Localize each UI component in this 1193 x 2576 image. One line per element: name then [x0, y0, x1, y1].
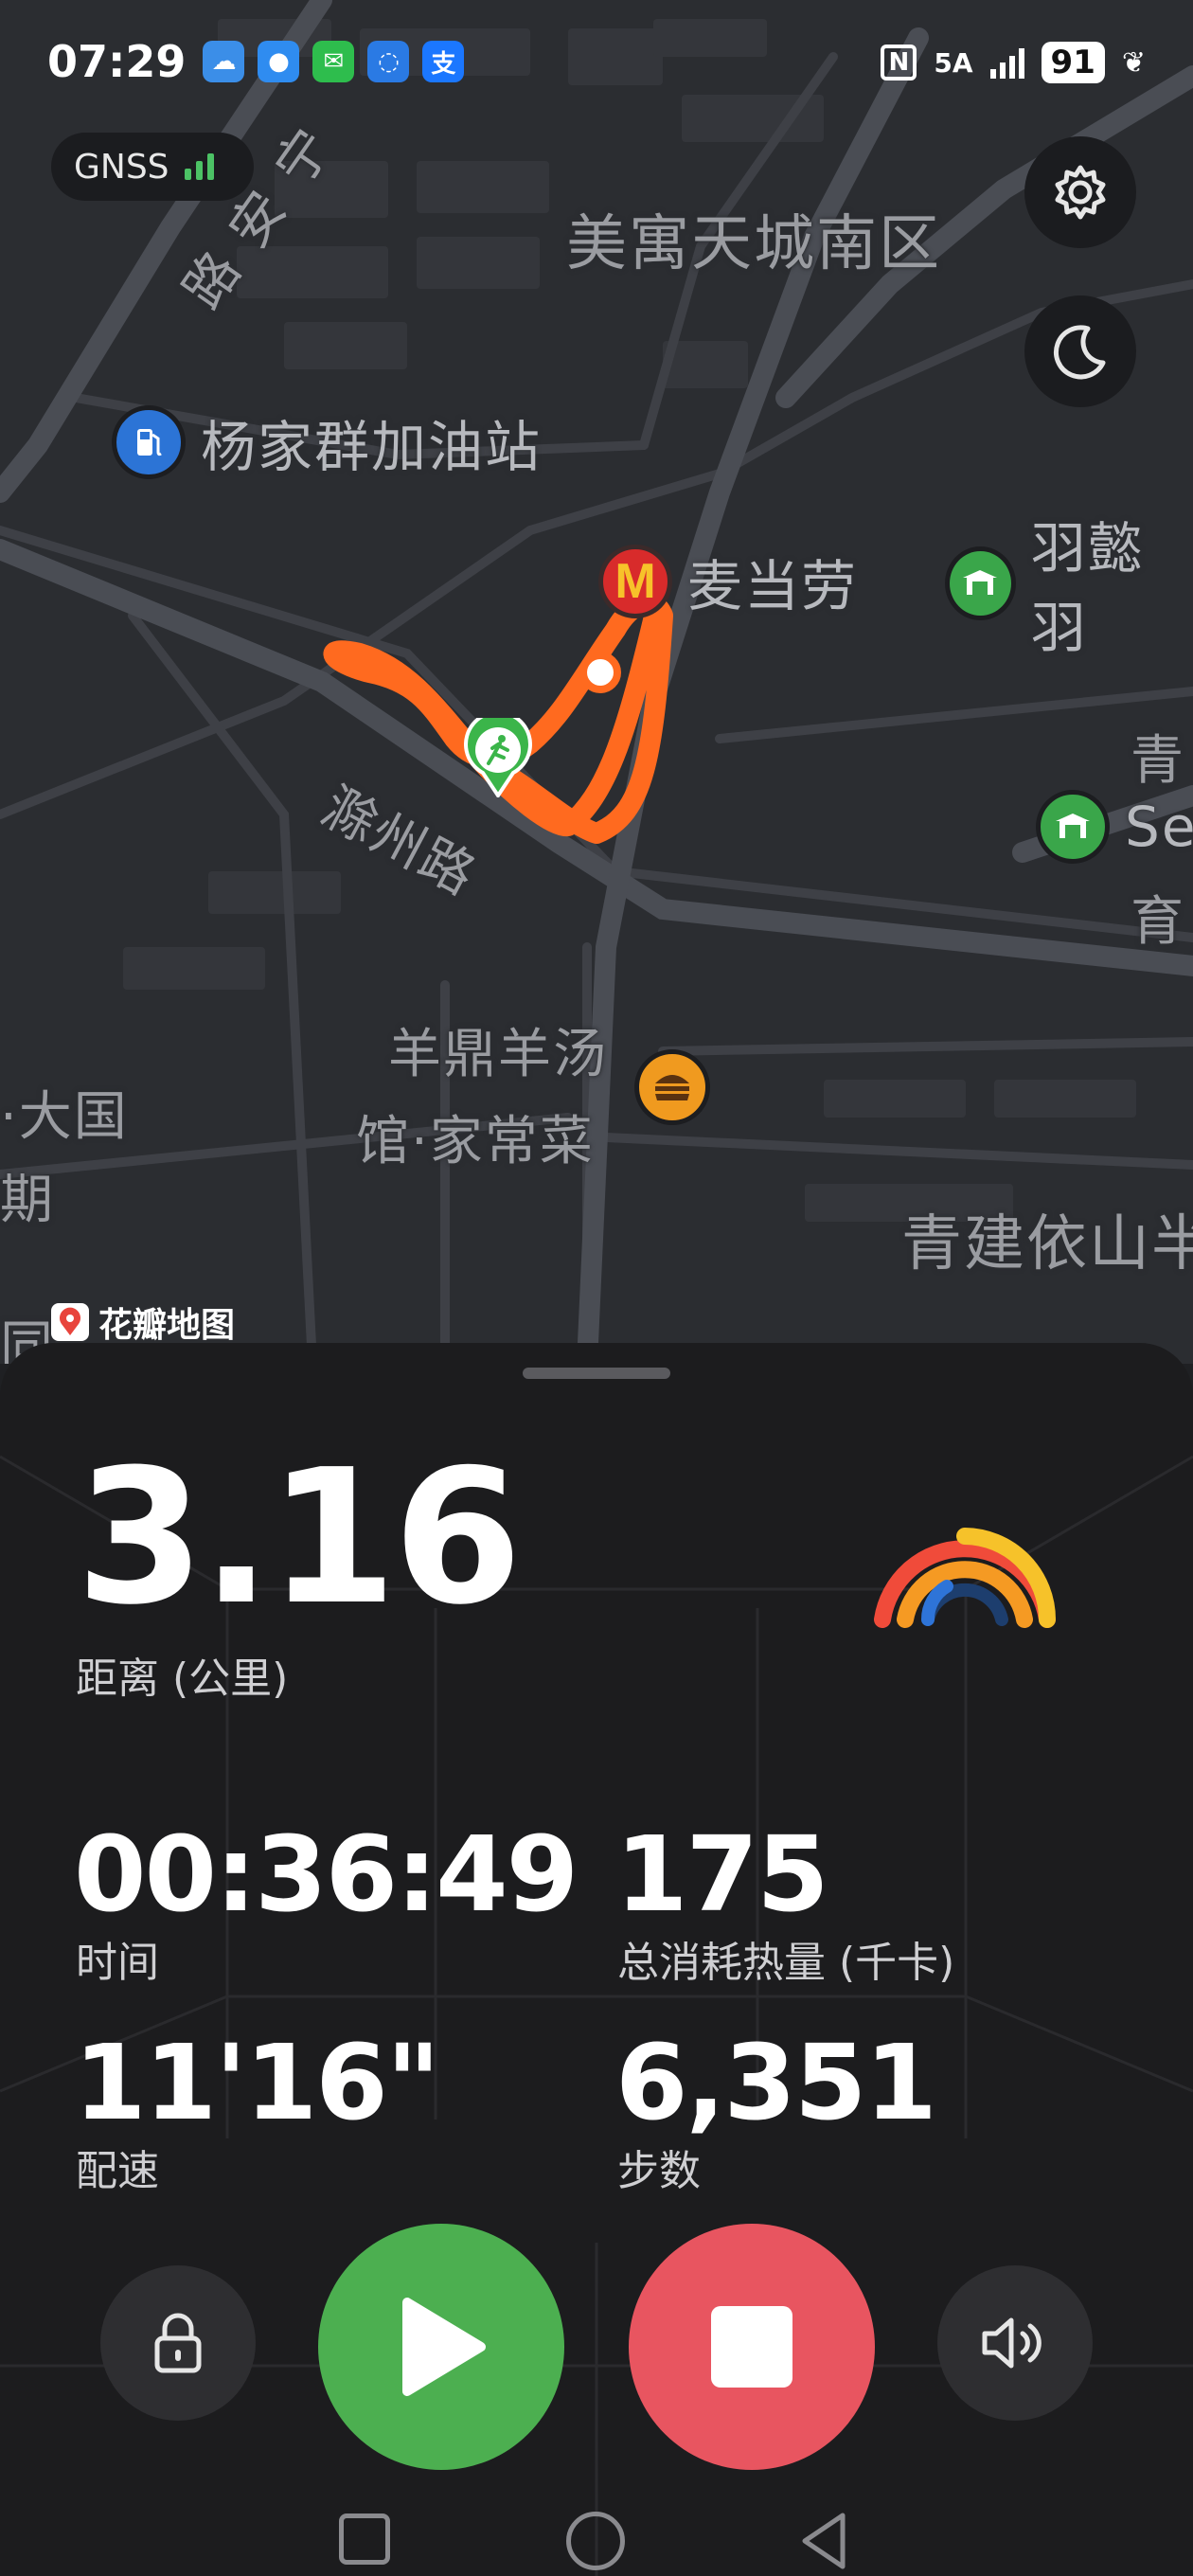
back-button[interactable]	[795, 2510, 852, 2572]
gnss-label: GNSS	[74, 147, 169, 187]
sports-venue-icon	[1036, 790, 1110, 864]
calories-value: 175	[615, 1814, 829, 1935]
mcdonalds-icon: M	[598, 545, 672, 618]
status-right: N 5A 91 ❦	[881, 42, 1146, 83]
signal-icon	[989, 46, 1024, 79]
map-provider-label: 花瓣地图	[98, 1306, 236, 1345]
nfc-icon: N	[881, 45, 917, 80]
pace-value: 11'16"	[74, 2022, 440, 2143]
area-label-yu: 育	[1131, 891, 1185, 953]
battery-level: 91	[1041, 42, 1105, 83]
poi-label: Se	[1125, 795, 1193, 859]
area-label-meiyu: 美寓天城南区	[566, 209, 941, 279]
poi-label: 杨家群加油站	[201, 415, 543, 479]
poi-mcdonalds[interactable]: M 麦当劳	[598, 542, 858, 621]
workout-screen: 宁 安 路 美寓天城南区 滁州路 ·大国 期 同 青 育 青建依山半 杨家群加油…	[0, 0, 1193, 2576]
moon-icon	[1054, 325, 1106, 380]
steps-label: 步数	[617, 2147, 701, 2195]
status-bar: 07:29 ☁ ● ✉ ◌ 支 N 5A 91 ❦	[0, 0, 1193, 123]
area-label-qing: 青	[1131, 730, 1185, 792]
wechat-icon: ✉	[312, 41, 355, 82]
poi-yuyi[interactable]: 羽懿羽	[945, 504, 1193, 663]
recent-apps-button[interactable]	[339, 2513, 390, 2565]
start-pin-icon	[464, 710, 532, 799]
gas-pump-icon	[112, 405, 186, 479]
gnss-indicator: GNSS	[51, 133, 254, 201]
leaf-icon: ❦	[1121, 45, 1146, 80]
steps-value: 6,351	[615, 2022, 937, 2143]
distance-value: 3.16	[76, 1430, 523, 1646]
poi-label: 馆·家常菜	[356, 1111, 595, 1172]
area-label-qingjian: 青建依山半	[901, 1209, 1193, 1279]
settings-button[interactable]	[1024, 136, 1136, 248]
poi-label: 羊鼎羊汤	[388, 1024, 608, 1085]
weather-icon: ☁	[203, 41, 245, 82]
poi-gas-station[interactable]: 杨家群加油站	[112, 402, 542, 482]
bulb-icon: ◌	[367, 41, 410, 82]
clock: 07:29	[47, 36, 187, 87]
burger-icon	[634, 1049, 710, 1125]
current-position-marker	[579, 652, 621, 693]
calories-label: 总消耗热量 (千卡)	[617, 1939, 955, 1987]
time-label: 时间	[76, 1939, 159, 1987]
network-label: 5A	[934, 46, 973, 79]
gear-icon	[1055, 165, 1106, 220]
lock-button[interactable]	[100, 2265, 256, 2421]
area-label-qi: 期	[0, 1170, 55, 1231]
messages-icon: ●	[258, 41, 300, 82]
poi-label: 羽懿羽	[1030, 516, 1145, 660]
play-icon	[402, 2298, 486, 2396]
area-label-daguo: ·大国	[0, 1086, 129, 1148]
voice-button[interactable]	[937, 2265, 1093, 2421]
map-view[interactable]: 宁 安 路 美寓天城南区 滁州路 ·大国 期 同 青 育 青建依山半 杨家群加油…	[0, 0, 1193, 1364]
stop-icon	[711, 2306, 792, 2388]
gnss-signal-icon	[184, 153, 214, 180]
time-value: 00:36:49	[74, 1814, 579, 1935]
sports-venue-icon	[945, 546, 1016, 620]
poi-label: 麦当劳	[687, 554, 859, 618]
poi-se[interactable]: Se	[1036, 790, 1193, 864]
home-button[interactable]	[566, 2512, 625, 2570]
resume-button[interactable]	[318, 2224, 564, 2470]
distance-label: 距离 (公里)	[76, 1655, 289, 1703]
map-attribution: 花瓣地图	[51, 1297, 235, 1347]
workout-panel: 3.16 距离 (公里) 00:36:49 时间 175 总消耗热量 (千卡) …	[0, 1343, 1193, 2576]
alipay-icon: 支	[422, 41, 465, 82]
map-provider-icon	[51, 1303, 89, 1341]
pace-label: 配速	[76, 2147, 159, 2195]
stop-button[interactable]	[629, 2224, 875, 2470]
night-mode-button[interactable]	[1024, 295, 1136, 407]
drag-handle[interactable]	[523, 1368, 670, 1379]
lock-icon	[154, 2313, 202, 2373]
speaker-icon	[982, 2317, 1042, 2369]
activity-rings-icon	[874, 1528, 1056, 1628]
